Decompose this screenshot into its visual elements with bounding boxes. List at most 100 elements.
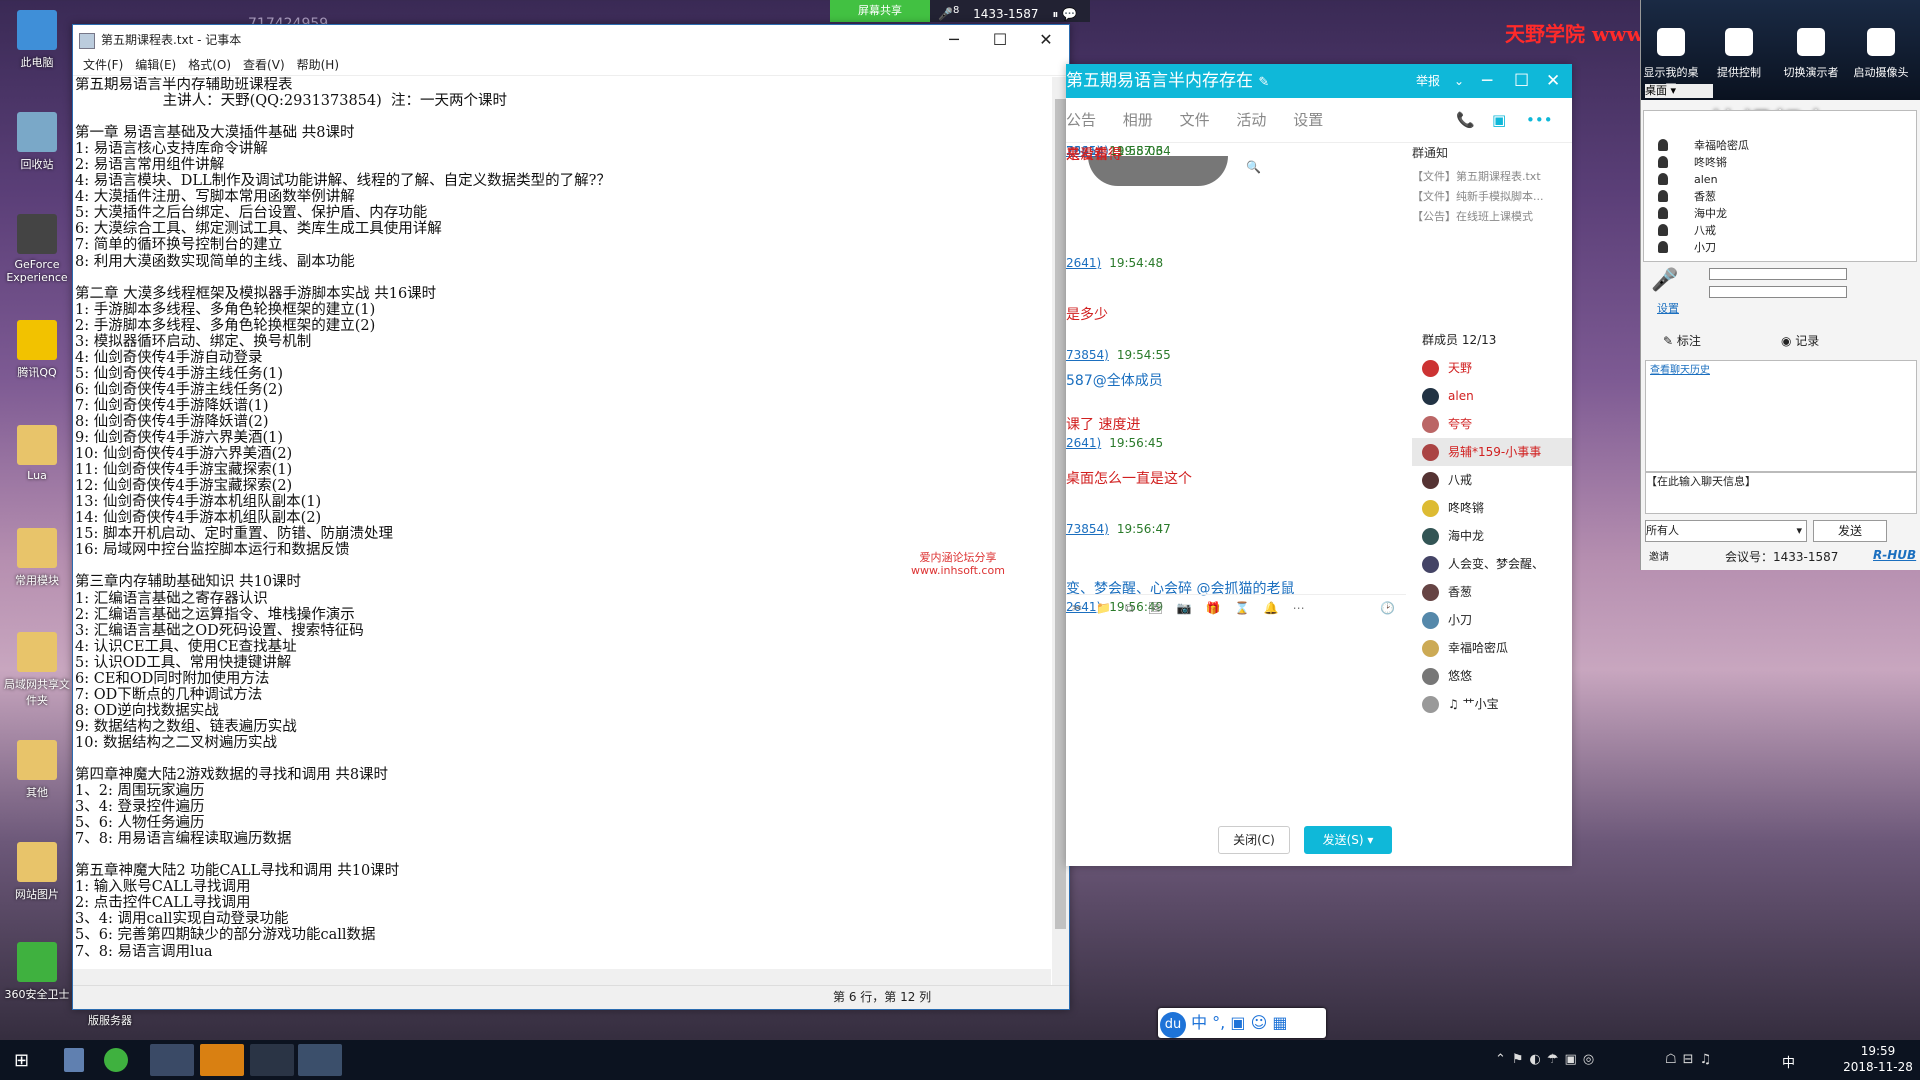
member-item[interactable]: 悠悠 xyxy=(1412,662,1572,690)
member-item[interactable]: 香葱 xyxy=(1412,578,1572,606)
participant-item[interactable]: 幸福哈密瓜 xyxy=(1644,137,1916,154)
member-item[interactable]: alen xyxy=(1412,382,1572,410)
ime-indicator[interactable]: 中 xyxy=(1782,1052,1795,1071)
desktop-icon[interactable]: 此电脑 xyxy=(0,10,74,70)
menu-item[interactable]: 文件(F) xyxy=(83,58,123,72)
start-camera-tool[interactable]: 启动摄像头 xyxy=(1851,28,1911,80)
du-icon[interactable]: du xyxy=(1160,1012,1186,1038)
ime-mode[interactable]: 中 °, xyxy=(1191,1013,1230,1032)
desktop-icon[interactable]: 腾讯QQ xyxy=(0,320,74,380)
desktop-icon[interactable]: GeForce Experience xyxy=(0,214,74,284)
record-tool[interactable]: ◉ 记录 xyxy=(1781,332,1819,349)
history-icon[interactable]: 🕑 xyxy=(1380,601,1395,615)
desktop-icon[interactable]: 360安全卫士 xyxy=(0,942,74,1002)
notice-item[interactable]: 【文件】纯新手模拟脚本... xyxy=(1412,187,1572,207)
notice-item[interactable]: 【文件】第五期课程表.txt xyxy=(1412,167,1572,187)
participant-item[interactable]: 海中龙 xyxy=(1644,205,1916,222)
taskbar-app-icon-2[interactable] xyxy=(200,1044,244,1076)
close-button[interactable]: ✕ xyxy=(1023,25,1069,55)
menu-item[interactable]: 编辑(E) xyxy=(135,58,176,72)
member-item[interactable]: 天野 xyxy=(1412,354,1572,382)
notepad-titlebar[interactable]: 第五期课程表.txt - 记事本 ─ ☐ ✕ xyxy=(73,25,1069,55)
taskbar-app-icon-3[interactable] xyxy=(250,1044,294,1076)
member-item[interactable]: 易辅*159-小事事 xyxy=(1412,438,1572,466)
participant-item[interactable]: alen xyxy=(1644,171,1916,188)
menu-item[interactable]: 格式(O) xyxy=(188,58,231,72)
minimize-button[interactable]: ─ xyxy=(1482,64,1492,98)
member-item[interactable]: 小刀 xyxy=(1412,606,1572,634)
member-item[interactable]: ♫ 艹小宝 xyxy=(1412,690,1572,718)
report-link[interactable]: 举报 xyxy=(1416,64,1440,98)
chat-icon[interactable]: 💬 xyxy=(1062,7,1077,21)
maximize-button[interactable]: ☐ xyxy=(1514,64,1529,98)
windows-start-icon[interactable]: ⊞ xyxy=(14,1050,29,1071)
send-button[interactable]: 发送(S) ▾ xyxy=(1304,826,1392,854)
member-item[interactable]: 八戒 xyxy=(1412,466,1572,494)
participant-item[interactable]: 咚咚锵 xyxy=(1644,154,1916,171)
message-sender[interactable]: 2641) xyxy=(1066,256,1101,270)
chat-input[interactable]: 【在此输入聊天信息】 xyxy=(1645,472,1917,514)
tab-files[interactable]: 文件 xyxy=(1180,111,1210,129)
toolbar-icons[interactable]: ✂📁⧉🖼📷🎁⌛🔔⋯ xyxy=(1072,601,1319,616)
share-screen-icon[interactable]: ▣ xyxy=(1492,98,1506,142)
ime-toolbar[interactable]: du 中 °, ▣ ☺ ▦ xyxy=(1158,1008,1326,1038)
taskbar-file-icon[interactable] xyxy=(64,1048,84,1072)
more-icon[interactable]: ••• xyxy=(1526,98,1553,142)
minimize-button[interactable]: ─ xyxy=(931,25,977,55)
notepad-text-area[interactable]: 第五期易语言半内存辅助班课程表 主讲人：天野(QQ:2931373854) 注：… xyxy=(75,77,1047,989)
invite-button[interactable]: 邀请 xyxy=(1649,548,1669,563)
close-button[interactable]: ✕ xyxy=(1546,64,1560,98)
screen-share-indicator[interactable]: 屏幕共享 xyxy=(830,0,930,22)
participant-item[interactable]: 香葱 xyxy=(1644,188,1916,205)
recipient-select[interactable]: 所有人 ▾ xyxy=(1645,520,1807,542)
desktop-icon[interactable]: 常用模块 xyxy=(0,528,74,588)
taskbar-app-icon[interactable] xyxy=(150,1044,194,1076)
system-tray[interactable]: ☖⊟♫ xyxy=(1665,1052,1717,1067)
tray-icons[interactable]: ⌃⚑◐☂▣◎ xyxy=(1495,1052,1600,1067)
message-sender[interactable]: 73854) xyxy=(1066,348,1109,362)
pause-icon[interactable]: ⏸ xyxy=(1052,7,1058,21)
desktop-icon[interactable]: 网站图片 xyxy=(0,842,74,902)
tab-settings[interactable]: 设置 xyxy=(1293,111,1323,129)
scroll-thumb[interactable] xyxy=(1055,99,1066,929)
qq-titlebar[interactable]: 第五期易语言半内存存在 ✎ 举报 ⌄ ─ ☐ ✕ xyxy=(1066,64,1572,98)
member-item[interactable]: 咚咚锵 xyxy=(1412,494,1572,522)
desktop-icon[interactable]: Lua xyxy=(0,425,74,482)
message-sender[interactable]: 2641) xyxy=(1066,436,1101,450)
taskbar-notepad-icon[interactable] xyxy=(298,1044,342,1076)
settings-link[interactable]: 设置 xyxy=(1657,300,1679,316)
horizontal-scrollbar[interactable] xyxy=(73,969,1051,985)
edit-icon[interactable]: ✎ xyxy=(1258,75,1269,90)
switch-presenter-tool[interactable]: 切换演示者 xyxy=(1781,28,1841,80)
menu-item[interactable]: 帮助(H) xyxy=(297,58,339,72)
clock[interactable]: 19:59 2018-11-28 xyxy=(1838,1043,1918,1075)
notice-item[interactable]: 【公告】在线班上课模式 xyxy=(1412,207,1572,227)
member-item[interactable]: 海中龙 xyxy=(1412,522,1572,550)
toolbox-icon[interactable]: ▣ ☺ ▦ xyxy=(1230,1013,1287,1032)
member-item[interactable]: 人会变、梦会醒、 xyxy=(1412,550,1572,578)
menu-item[interactable]: 查看(V) xyxy=(243,58,285,72)
phone-icon[interactable]: 📞 xyxy=(1456,98,1475,142)
participant-item[interactable]: 八戒 xyxy=(1644,222,1916,239)
history-link[interactable]: 查看聊天历史 xyxy=(1650,365,1710,376)
tab-announce[interactable]: 公告 xyxy=(1066,111,1096,129)
give-control-tool[interactable]: 提供控制 xyxy=(1709,28,1769,80)
desktop-icon[interactable]: 回收站 xyxy=(0,112,74,172)
desktop-icon[interactable]: 其他 xyxy=(0,740,74,800)
desktop-icon[interactable]: 局域网共享文件夹 xyxy=(0,632,74,708)
member-item[interactable]: 幸福哈密瓜 xyxy=(1412,634,1572,662)
taskbar-360-icon[interactable] xyxy=(104,1048,128,1072)
member-item[interactable]: 夸夸 xyxy=(1412,410,1572,438)
mark-tool[interactable]: ✎ 标注 xyxy=(1663,332,1701,349)
mic-icon[interactable]: 🎤 xyxy=(1651,268,1678,293)
desktop-select[interactable]: 桌面 ▾ xyxy=(1645,84,1713,98)
close-chat-button[interactable]: 关闭(C) xyxy=(1218,826,1290,854)
participant-item[interactable]: 小刀 xyxy=(1644,239,1916,256)
chat-history-box[interactable]: 查看聊天历史 xyxy=(1645,360,1917,472)
message-sender[interactable]: 73854) xyxy=(1066,522,1109,536)
mic-icon[interactable]: 🎤 xyxy=(938,7,953,21)
brand-link[interactable]: R-HUB xyxy=(1873,548,1916,562)
meeting-send-button[interactable]: 发送 xyxy=(1813,520,1887,542)
tab-activity[interactable]: 活动 xyxy=(1236,111,1266,129)
chevron-down-icon[interactable]: ⌄ xyxy=(1454,64,1464,98)
